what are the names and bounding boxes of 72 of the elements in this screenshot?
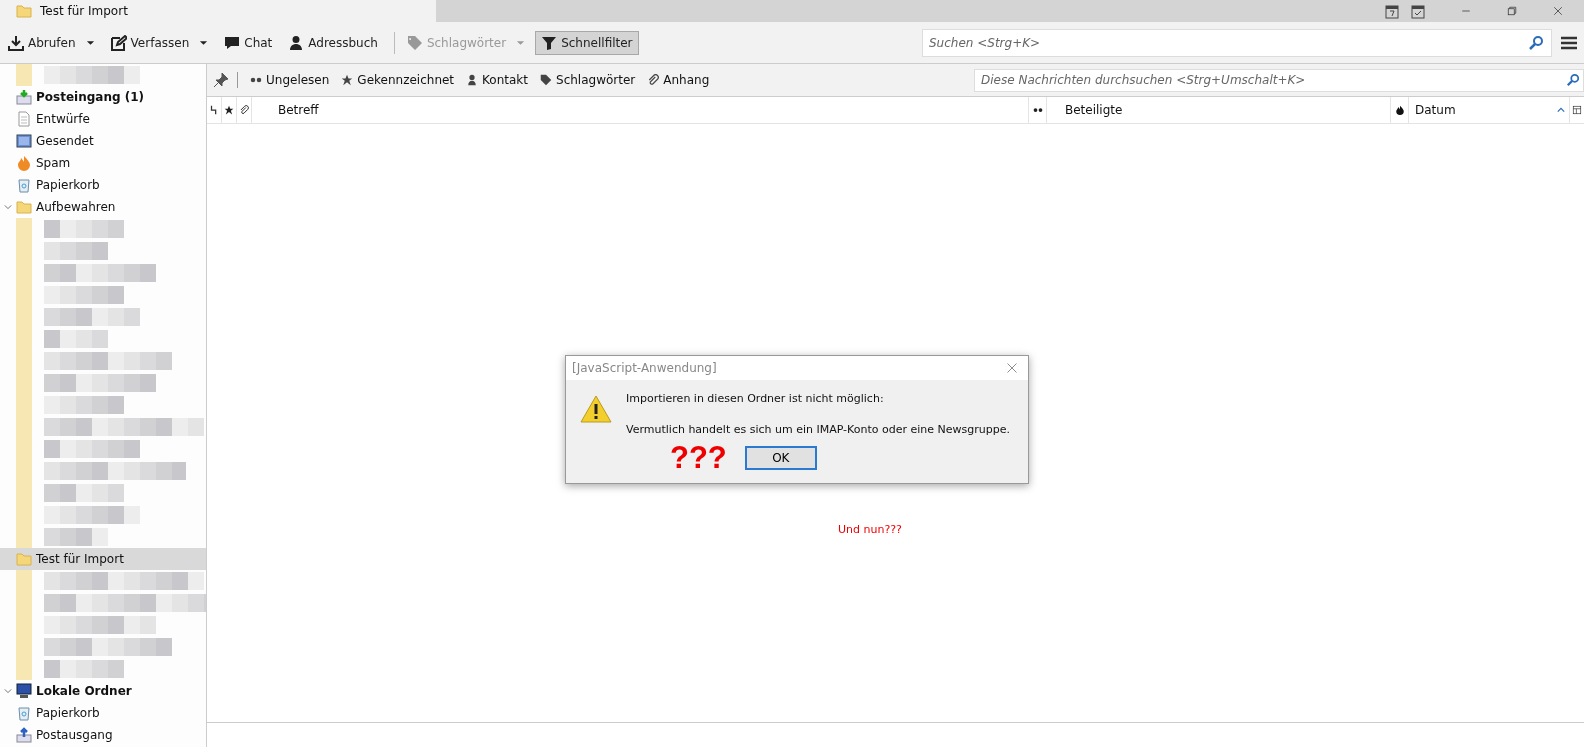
toolbar-button[interactable]: Adressbuch [282,30,384,55]
message-search-field[interactable]: Diese Nachrichten durchsuchen <Strg+Umschalt+K> [974,68,1584,92]
folder-item[interactable]: Posteingang (1) [0,86,206,108]
filter-button[interactable]: Anhang [643,70,714,90]
folder-item[interactable]: Postausgang [0,724,206,746]
close-icon[interactable] [1006,362,1018,374]
sort-icon [1557,107,1565,113]
column-header[interactable]: Datum [1409,97,1570,123]
inbox-icon [16,89,32,105]
folder-item[interactable]: Lokale Ordner [0,680,206,702]
folder-icon [16,3,32,19]
flame-icon[interactable] [1394,105,1405,115]
star-icon [341,74,354,86]
search-icon[interactable] [1566,72,1580,87]
toolbar-button[interactable]: Chat [218,30,279,55]
star-icon[interactable] [224,105,234,115]
outbox-icon [16,727,32,743]
folder-item[interactable]: Aufbewahren [0,196,206,218]
column-header[interactable]: Beteiligte [1047,97,1391,123]
thread-icon[interactable] [209,105,219,115]
toolbar-button[interactable]: Abrufen [2,30,101,55]
folder-icon [16,551,32,567]
window-tab[interactable]: Test für Import [0,0,436,22]
toolbar-button[interactable]: Schnellfilter [535,30,639,55]
speech-bubble-icon [224,34,241,51]
filter-button[interactable]: Schlagwörter [536,70,640,90]
ok-button[interactable]: OK [744,445,817,470]
filter-button[interactable]: Gekennzeichnet [337,70,459,90]
unread-icon[interactable] [1032,105,1043,115]
restore-icon[interactable] [1506,5,1518,17]
toolbar-button[interactable]: Verfassen [104,30,215,55]
folder-item[interactable]: Spam [0,152,206,174]
calendar-icon[interactable] [1384,3,1400,19]
folder-item[interactable]: Test für Import [0,548,206,570]
tag-icon [540,74,552,86]
dialog-message: Importieren in diesen Ordner ist nicht möglich: [626,392,885,405]
dropdown-caret-icon[interactable] [199,39,209,46]
trash-icon [16,177,32,193]
close-icon[interactable] [1552,5,1564,17]
search-icon[interactable] [1528,34,1544,51]
computer-icon [16,683,32,699]
attachment-icon[interactable] [239,105,249,115]
filter-button[interactable]: Ungelesen [246,70,334,90]
menu-icon[interactable] [1560,34,1578,51]
trash-icon [16,705,32,721]
search-field[interactable]: Suchen <Strg+K> [922,28,1552,57]
annotation-text: ??? [670,442,727,473]
folder-item[interactable]: Entwürfe [0,108,206,130]
dropdown-caret-icon[interactable] [85,39,95,46]
sent-icon [16,133,32,149]
folder-icon [16,199,32,215]
pencil-icon [110,34,127,51]
filter-icon [541,34,558,51]
flame-icon [16,155,32,171]
folder-item[interactable]: Papierkorb [0,702,206,724]
folder-item[interactable]: Gesendet [0,130,206,152]
column-header[interactable]: Betreff [252,97,1029,123]
person-icon [288,34,305,51]
annotation-text: Und nun??? [838,523,902,536]
column-picker-icon[interactable] [1572,105,1582,115]
dialog-title: [JavaScript-Anwendung] [572,361,717,375]
folder-item[interactable]: Papierkorb [0,174,206,196]
filter-button[interactable]: Kontakt [462,70,532,90]
warning-icon [580,394,612,424]
person-icon [466,74,479,86]
pin-icon[interactable] [213,72,229,88]
dialog-message: Vermutlich handelt es sich um ein IMAP-Konto oder eine Newsgruppe. [626,423,1010,436]
document-icon [16,111,32,127]
paperclip-icon [647,74,660,86]
task-icon[interactable] [1410,3,1426,19]
tag-icon [406,34,423,51]
download-icon [8,34,24,51]
